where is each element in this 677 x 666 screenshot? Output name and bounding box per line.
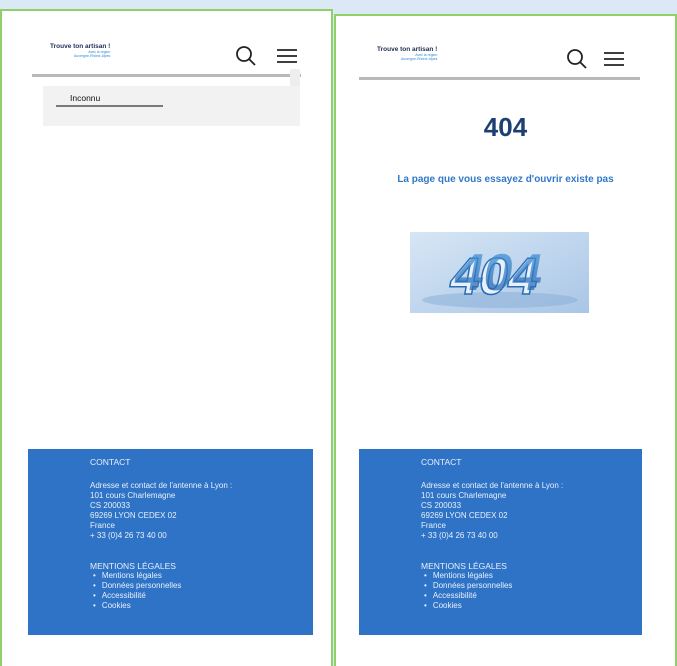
site-header: Trouve ton artisan ! Avec la région Auve… (32, 33, 301, 77)
error-code-heading: 404 (483, 112, 528, 142)
address-phone: + 33 (0)4 26 73 40 00 (90, 531, 167, 540)
site-header: Trouve ton artisan ! Avec la région Auve… (359, 36, 640, 80)
legal-link-mentions[interactable]: Mentions légales (93, 571, 305, 581)
search-icon[interactable] (235, 45, 257, 67)
site-footer: CONTACT Adresse et contact de l'antenne … (359, 449, 642, 635)
legal-link-cookies[interactable]: Cookies (424, 601, 634, 611)
address-line: 69269 LYON CEDEX 02 (90, 511, 177, 520)
footer-legal-links: Mentions légales Données personnelles Ac… (93, 571, 305, 611)
logo-subtitle-line2: Auvergne-Rhône-Alpes (400, 57, 438, 61)
site-footer: CONTACT Adresse et contact de l'antenne … (28, 449, 313, 635)
hamburger-menu-icon[interactable] (276, 45, 298, 67)
footer-contact-title: CONTACT (421, 457, 462, 467)
legal-link-mentions[interactable]: Mentions légales (424, 571, 634, 581)
footer-address: Adresse et contact de l'antenne à Lyon :… (90, 481, 305, 541)
error-image-shadow: 404 (450, 244, 547, 302)
legal-link-accessibilite[interactable]: Accessibilité (93, 591, 305, 601)
header-divider (32, 74, 301, 77)
address-line: 101 cours Charlemagne (90, 491, 176, 500)
logo-title: Trouve ton artisan ! (50, 43, 111, 50)
address-phone: + 33 (0)4 26 73 40 00 (421, 531, 498, 540)
legal-link-cookies[interactable]: Cookies (93, 601, 305, 611)
dropdown-tab (290, 69, 300, 87)
address-line: CS 200033 (90, 501, 131, 510)
header-divider (359, 77, 640, 80)
address-line: 101 cours Charlemagne (421, 491, 507, 500)
unknown-item-underline (56, 105, 163, 107)
address-line: Adresse et contact de l'antenne à Lyon : (90, 481, 233, 490)
footer-legal-title: MENTIONS LÉGALES (90, 561, 176, 571)
legal-link-donnees[interactable]: Données personnelles (424, 581, 634, 591)
address-line: CS 200033 (421, 501, 462, 510)
unknown-item-label[interactable]: Inconnu (70, 93, 100, 103)
hamburger-menu-icon[interactable] (603, 48, 625, 70)
address-line: France (90, 521, 115, 530)
address-line: Adresse et contact de l'antenne à Lyon : (421, 481, 564, 490)
legal-link-donnees[interactable]: Données personnelles (93, 581, 305, 591)
error-404-illustration: 404 404 (410, 232, 589, 313)
error-message: La page que vous essayez d'ouvrir existe… (397, 174, 614, 185)
footer-legal-links: Mentions légales Données personnelles Ac… (424, 571, 634, 611)
footer-address: Adresse et contact de l'antenne à Lyon :… (421, 481, 634, 541)
logo-title: Trouve ton artisan ! (377, 46, 438, 53)
mobile-preview-404-page: Trouve ton artisan ! Avec la région Auve… (334, 14, 677, 666)
legal-link-accessibilite[interactable]: Accessibilité (424, 591, 634, 601)
unknown-dropdown-panel: Inconnu (43, 86, 300, 126)
logo-subtitle-line2: Auvergne-Rhône-Alpes (73, 54, 111, 58)
site-logo[interactable]: Trouve ton artisan ! Avec la région Auve… (50, 43, 110, 58)
site-logo[interactable]: Trouve ton artisan ! Avec la région Auve… (377, 46, 437, 61)
footer-contact-title: CONTACT (90, 457, 131, 467)
address-line: 69269 LYON CEDEX 02 (421, 511, 508, 520)
address-line: France (421, 521, 446, 530)
mobile-preview-unknown-page: Trouve ton artisan ! Avec la région Auve… (0, 9, 333, 666)
footer-legal-title: MENTIONS LÉGALES (421, 561, 507, 571)
search-icon[interactable] (566, 48, 588, 70)
